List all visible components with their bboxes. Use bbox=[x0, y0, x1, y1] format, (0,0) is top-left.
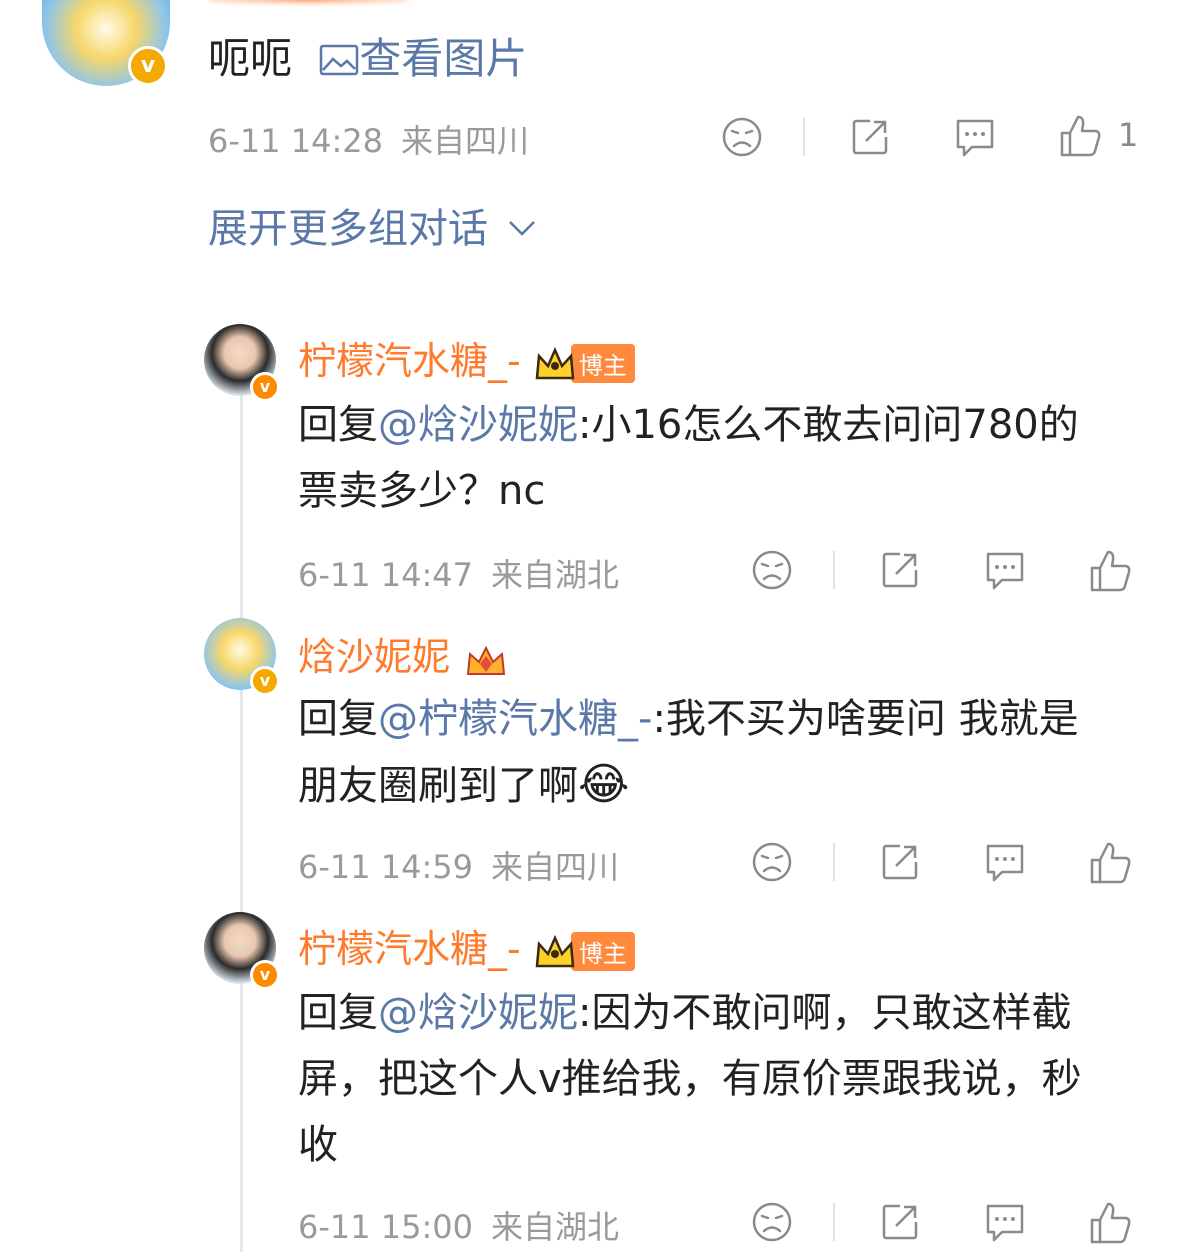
verified-badge-icon: v bbox=[128, 46, 168, 86]
blogger-badge: 博主 bbox=[570, 344, 635, 383]
thumbs-up-icon[interactable] bbox=[1058, 113, 1102, 159]
share-icon[interactable] bbox=[848, 115, 892, 159]
comment-icon[interactable] bbox=[982, 1200, 1028, 1248]
verified-badge-icon: v bbox=[250, 372, 280, 402]
reply-text: 回复@柠檬汽水糖_-:我不买为啥要问 我就是朋友圈刷到了啊😂 bbox=[298, 696, 1079, 810]
like-count: 1 bbox=[1118, 116, 1139, 154]
timestamp: 6-11 15:00 bbox=[298, 1208, 474, 1246]
mention-link[interactable]: @焓沙妮妮 bbox=[378, 402, 578, 448]
mention-link[interactable]: @焓沙妮妮 bbox=[378, 990, 578, 1036]
mention-link[interactable]: @柠檬汽水糖_- bbox=[378, 696, 652, 742]
comment-icon[interactable] bbox=[982, 548, 1028, 596]
reply-meta: 6-11 14:59 来自四川 bbox=[298, 842, 619, 888]
comment-text: 呃呃 查看图片 bbox=[208, 34, 528, 83]
divider bbox=[833, 843, 835, 881]
username[interactable]: 焓沙妮妮 bbox=[298, 626, 506, 681]
blogger-badge: 博主 bbox=[570, 932, 635, 971]
reply-text: 回复@焓沙妮妮:因为不敢问啊，只敢这样截屏，把这个人v推给我，有原价票跟我说，秒… bbox=[298, 990, 1082, 1168]
username[interactable]: 柠檬汽水糖_- 博主 bbox=[298, 918, 635, 973]
crown-icon bbox=[533, 344, 577, 384]
verified-badge-icon: v bbox=[250, 666, 280, 696]
thumbs-up-icon[interactable] bbox=[1088, 548, 1132, 598]
comment-icon[interactable] bbox=[952, 115, 998, 159]
divider bbox=[833, 1203, 835, 1241]
comment-icon[interactable] bbox=[982, 840, 1028, 888]
chevron-down-icon bbox=[508, 221, 535, 236]
username[interactable]: 柠檬汽水糖_- 博主 bbox=[298, 330, 635, 385]
view-image-link[interactable]: 查看图片 bbox=[319, 34, 527, 83]
image-icon bbox=[320, 44, 359, 76]
crown-icon bbox=[533, 932, 577, 972]
diamond-crown-icon bbox=[462, 640, 506, 680]
timestamp: 6-11 14:59 bbox=[298, 848, 474, 886]
share-icon[interactable] bbox=[878, 1200, 922, 1248]
share-icon[interactable] bbox=[878, 840, 922, 888]
timestamp: 6-11 14:28 bbox=[208, 122, 384, 160]
share-icon[interactable] bbox=[878, 548, 922, 596]
location: 来自四川 bbox=[491, 848, 620, 886]
comment-meta: 6-11 14:28 来自四川 bbox=[208, 116, 529, 162]
sad-face-icon[interactable] bbox=[720, 115, 764, 159]
reply-text: 回复@焓沙妮妮:小16怎么不敢去问问780的票卖多少？nc bbox=[298, 402, 1079, 514]
reply-meta: 6-11 14:47 来自湖北 bbox=[298, 550, 619, 596]
thumbs-up-icon[interactable] bbox=[1088, 1200, 1132, 1250]
expand-more-button[interactable]: 展开更多组对话 bbox=[208, 196, 537, 254]
thumbs-up-icon[interactable] bbox=[1088, 840, 1132, 890]
laughing-crying-emoji-icon: 😂 bbox=[578, 759, 630, 810]
divider bbox=[833, 551, 835, 589]
location: 来自四川 bbox=[401, 122, 530, 160]
username-cut[interactable] bbox=[208, 0, 428, 8]
verified-badge-icon: v bbox=[250, 960, 280, 990]
location: 来自湖北 bbox=[491, 1208, 620, 1246]
thread-line bbox=[240, 395, 243, 1252]
reply-meta: 6-11 15:00 来自湖北 bbox=[298, 1202, 619, 1248]
sad-face-icon[interactable] bbox=[750, 1200, 794, 1248]
sad-face-icon[interactable] bbox=[750, 840, 794, 888]
sad-face-icon[interactable] bbox=[750, 548, 794, 596]
location: 来自湖北 bbox=[491, 556, 620, 594]
timestamp: 6-11 14:47 bbox=[298, 556, 474, 594]
divider bbox=[803, 118, 805, 156]
